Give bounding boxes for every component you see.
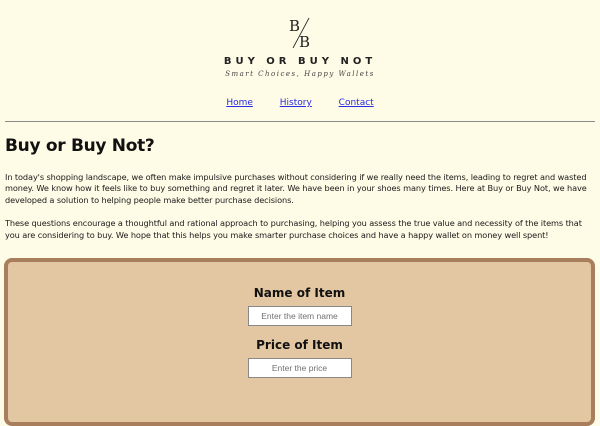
item-name-label: Name of Item	[253, 286, 346, 300]
intro-paragraph: In today's shopping landscape, we often …	[5, 172, 587, 205]
item-form-panel: Name of Item Price of Item	[4, 258, 595, 426]
page-title: Buy or Buy Not?	[5, 136, 155, 156]
logo-letter-bottom: B	[299, 33, 310, 50]
item-price-input[interactable]	[247, 358, 352, 378]
logo-icon: B B	[289, 17, 310, 50]
nav-link-history[interactable]: History	[280, 98, 312, 108]
header-divider	[5, 121, 595, 122]
nav-link-contact[interactable]: Contact	[339, 98, 374, 108]
tagline: Smart Choices, Happy Wallets	[225, 70, 375, 78]
item-name-input[interactable]	[247, 306, 352, 326]
item-price-label: Price of Item	[256, 338, 343, 352]
main-content: Buy or Buy Not? In today's shopping land…	[0, 136, 600, 241]
site-header: B B BUY OR BUY NOT Smart Choices, Happy …	[0, 0, 600, 78]
main-nav: Home History Contact	[0, 98, 600, 108]
brand-name: BUY OR BUY NOT	[223, 56, 377, 67]
nav-link-home[interactable]: Home	[226, 98, 253, 108]
purpose-paragraph: These questions encourage a thoughtful a…	[5, 218, 582, 240]
